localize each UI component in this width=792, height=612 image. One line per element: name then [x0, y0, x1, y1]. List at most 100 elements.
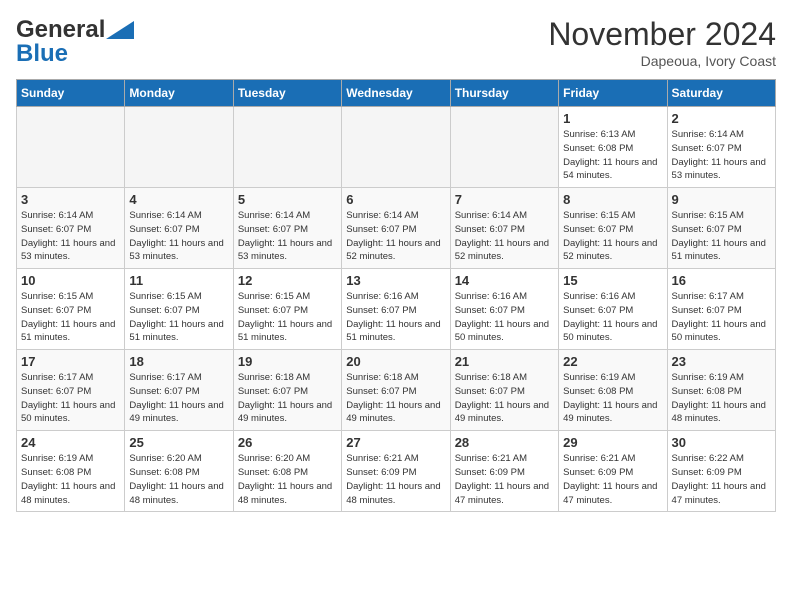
sun-info: Sunrise: 6:17 AMSunset: 6:07 PMDaylight:… — [672, 290, 771, 345]
calendar-cell — [233, 107, 341, 188]
col-header-tuesday: Tuesday — [233, 80, 341, 107]
logo: General Blue — [16, 16, 134, 68]
calendar-cell: 11 Sunrise: 6:15 AMSunset: 6:07 PMDayligh… — [125, 269, 233, 350]
day-number: 9 — [672, 192, 771, 207]
calendar-cell: 18 Sunrise: 6:17 AMSunset: 6:07 PMDayligh… — [125, 350, 233, 431]
sun-info: Sunrise: 6:18 AMSunset: 6:07 PMDaylight:… — [346, 371, 445, 426]
sun-info: Sunrise: 6:14 AMSunset: 6:07 PMDaylight:… — [21, 209, 120, 264]
day-number: 13 — [346, 273, 445, 288]
calendar-cell: 13 Sunrise: 6:16 AMSunset: 6:07 PMDayligh… — [342, 269, 450, 350]
calendar-cell: 17 Sunrise: 6:17 AMSunset: 6:07 PMDayligh… — [17, 350, 125, 431]
sun-info: Sunrise: 6:16 AMSunset: 6:07 PMDaylight:… — [346, 290, 445, 345]
week-row-4: 17 Sunrise: 6:17 AMSunset: 6:07 PMDayligh… — [17, 350, 776, 431]
sun-info: Sunrise: 6:16 AMSunset: 6:07 PMDaylight:… — [455, 290, 554, 345]
calendar-cell: 20 Sunrise: 6:18 AMSunset: 6:07 PMDayligh… — [342, 350, 450, 431]
calendar-cell: 5 Sunrise: 6:14 AMSunset: 6:07 PMDaylight… — [233, 188, 341, 269]
day-number: 21 — [455, 354, 554, 369]
sun-info: Sunrise: 6:21 AMSunset: 6:09 PMDaylight:… — [455, 452, 554, 507]
logo-text-blue: Blue — [16, 40, 68, 68]
day-number: 23 — [672, 354, 771, 369]
day-number: 2 — [672, 111, 771, 126]
calendar-cell: 29Sunrise: 6:21 AMSunset: 6:09 PMDayligh… — [559, 431, 667, 512]
header-row: SundayMondayTuesdayWednesdayThursdayFrid… — [17, 80, 776, 107]
calendar-cell: 30 Sunrise: 6:22 AMSunset: 6:09 PMDayligh… — [667, 431, 775, 512]
day-number: 22 — [563, 354, 662, 369]
day-number: 24 — [21, 435, 120, 450]
sun-info: Sunrise: 6:17 AMSunset: 6:07 PMDaylight:… — [129, 371, 228, 426]
sun-info: Sunrise: 6:15 AMSunset: 6:07 PMDaylight:… — [563, 209, 662, 264]
sun-info: Sunrise: 6:21 AMSunset: 6:09 PMDaylight:… — [563, 452, 662, 507]
sun-info: Sunrise: 6:22 AMSunset: 6:09 PMDaylight:… — [672, 452, 771, 507]
day-number: 17 — [21, 354, 120, 369]
day-number: 10 — [21, 273, 120, 288]
day-number: 11 — [129, 273, 228, 288]
calendar-cell: 16Sunrise: 6:17 AMSunset: 6:07 PMDayligh… — [667, 269, 775, 350]
sun-info: Sunrise: 6:20 AMSunset: 6:08 PMDaylight:… — [238, 452, 337, 507]
month-title: November 2024 — [548, 16, 776, 53]
sun-info: Sunrise: 6:18 AMSunset: 6:07 PMDaylight:… — [455, 371, 554, 426]
location-subtitle: Dapeoua, Ivory Coast — [548, 53, 776, 69]
calendar-table: SundayMondayTuesdayWednesdayThursdayFrid… — [16, 79, 776, 512]
calendar-cell: 23 Sunrise: 6:19 AMSunset: 6:08 PMDayligh… — [667, 350, 775, 431]
calendar-cell: 21 Sunrise: 6:18 AMSunset: 6:07 PMDayligh… — [450, 350, 558, 431]
col-header-saturday: Saturday — [667, 80, 775, 107]
day-number: 12 — [238, 273, 337, 288]
title-block: November 2024 Dapeoua, Ivory Coast — [548, 16, 776, 69]
calendar-cell: 10 Sunrise: 6:15 AMSunset: 6:07 PMDayligh… — [17, 269, 125, 350]
sun-info: Sunrise: 6:14 AMSunset: 6:07 PMDaylight:… — [455, 209, 554, 264]
week-row-5: 24Sunrise: 6:19 AMSunset: 6:08 PMDayligh… — [17, 431, 776, 512]
day-number: 18 — [129, 354, 228, 369]
calendar-cell: 6 Sunrise: 6:14 AMSunset: 6:07 PMDaylight… — [342, 188, 450, 269]
calendar-cell: 9 Sunrise: 6:15 AMSunset: 6:07 PMDaylight… — [667, 188, 775, 269]
sun-info: Sunrise: 6:20 AMSunset: 6:08 PMDaylight:… — [129, 452, 228, 507]
sun-info: Sunrise: 6:15 AMSunset: 6:07 PMDaylight:… — [238, 290, 337, 345]
calendar-cell: 1 Sunrise: 6:13 AMSunset: 6:08 PMDaylight… — [559, 107, 667, 188]
sun-info: Sunrise: 6:17 AMSunset: 6:07 PMDaylight:… — [21, 371, 120, 426]
sun-info: Sunrise: 6:14 AMSunset: 6:07 PMDaylight:… — [672, 128, 771, 183]
sun-info: Sunrise: 6:18 AMSunset: 6:07 PMDaylight:… — [238, 371, 337, 426]
day-number: 28 — [455, 435, 554, 450]
sun-info: Sunrise: 6:13 AMSunset: 6:08 PMDaylight:… — [563, 128, 662, 183]
col-header-sunday: Sunday — [17, 80, 125, 107]
sun-info: Sunrise: 6:21 AMSunset: 6:09 PMDaylight:… — [346, 452, 445, 507]
calendar-cell — [450, 107, 558, 188]
calendar-cell: 26Sunrise: 6:20 AMSunset: 6:08 PMDayligh… — [233, 431, 341, 512]
calendar-cell: 22Sunrise: 6:19 AMSunset: 6:08 PMDayligh… — [559, 350, 667, 431]
calendar-cell: 14 Sunrise: 6:16 AMSunset: 6:07 PMDayligh… — [450, 269, 558, 350]
sun-info: Sunrise: 6:15 AMSunset: 6:07 PMDaylight:… — [672, 209, 771, 264]
calendar-cell: 24Sunrise: 6:19 AMSunset: 6:08 PMDayligh… — [17, 431, 125, 512]
day-number: 4 — [129, 192, 228, 207]
week-row-3: 10 Sunrise: 6:15 AMSunset: 6:07 PMDayligh… — [17, 269, 776, 350]
calendar-cell: 28 Sunrise: 6:21 AMSunset: 6:09 PMDayligh… — [450, 431, 558, 512]
day-number: 6 — [346, 192, 445, 207]
sun-info: Sunrise: 6:14 AMSunset: 6:07 PMDaylight:… — [238, 209, 337, 264]
calendar-cell — [125, 107, 233, 188]
calendar-cell: 2 Sunrise: 6:14 AMSunset: 6:07 PMDaylight… — [667, 107, 775, 188]
day-number: 30 — [672, 435, 771, 450]
sun-info: Sunrise: 6:14 AMSunset: 6:07 PMDaylight:… — [346, 209, 445, 264]
col-header-wednesday: Wednesday — [342, 80, 450, 107]
day-number: 8 — [563, 192, 662, 207]
sun-info: Sunrise: 6:15 AMSunset: 6:07 PMDaylight:… — [129, 290, 228, 345]
day-number: 1 — [563, 111, 662, 126]
calendar-cell: 25 Sunrise: 6:20 AMSunset: 6:08 PMDayligh… — [125, 431, 233, 512]
col-header-thursday: Thursday — [450, 80, 558, 107]
page-header: General Blue November 2024 Dapeoua, Ivor… — [16, 16, 776, 69]
day-number: 5 — [238, 192, 337, 207]
calendar-cell: 15Sunrise: 6:16 AMSunset: 6:07 PMDayligh… — [559, 269, 667, 350]
day-number: 15 — [563, 273, 662, 288]
day-number: 27 — [346, 435, 445, 450]
day-number: 14 — [455, 273, 554, 288]
day-number: 3 — [21, 192, 120, 207]
week-row-2: 3 Sunrise: 6:14 AMSunset: 6:07 PMDaylight… — [17, 188, 776, 269]
day-number: 7 — [455, 192, 554, 207]
sun-info: Sunrise: 6:15 AMSunset: 6:07 PMDaylight:… — [21, 290, 120, 345]
day-number: 20 — [346, 354, 445, 369]
day-number: 25 — [129, 435, 228, 450]
calendar-cell: 3 Sunrise: 6:14 AMSunset: 6:07 PMDaylight… — [17, 188, 125, 269]
logo-icon — [106, 21, 134, 39]
sun-info: Sunrise: 6:19 AMSunset: 6:08 PMDaylight:… — [672, 371, 771, 426]
calendar-cell: 7 Sunrise: 6:14 AMSunset: 6:07 PMDaylight… — [450, 188, 558, 269]
calendar-cell: 12 Sunrise: 6:15 AMSunset: 6:07 PMDayligh… — [233, 269, 341, 350]
week-row-1: 1 Sunrise: 6:13 AMSunset: 6:08 PMDaylight… — [17, 107, 776, 188]
